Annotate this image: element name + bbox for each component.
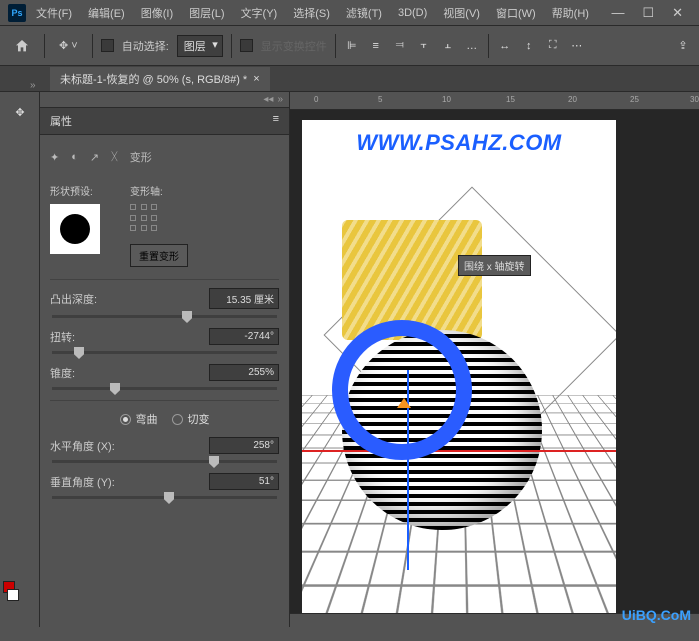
divider bbox=[92, 34, 93, 58]
move-tool[interactable]: ✥ bbox=[4, 96, 36, 128]
show-transform-checkbox[interactable] bbox=[240, 39, 253, 52]
twist-slider[interactable] bbox=[52, 351, 277, 354]
menu-layer[interactable]: 图层(L) bbox=[183, 2, 230, 24]
deform-axis-label: 变形轴: bbox=[130, 183, 188, 198]
watermark-top: WWW.PSAHZ.COM bbox=[356, 130, 561, 156]
shape-preset-label: 形状预设: bbox=[50, 183, 100, 198]
cap-tab-icon[interactable]: ᚷ bbox=[111, 151, 118, 163]
more-align-icon[interactable]: ⋯ bbox=[569, 38, 585, 54]
window-minimize-icon[interactable]: — bbox=[611, 5, 624, 21]
v-angle-field[interactable]: 51° bbox=[209, 473, 279, 490]
align-center-icon[interactable]: ≡ bbox=[368, 38, 384, 54]
options-bar: ✥ ˅ 自动选择: 图层 显示变换控件 ⊫ ≡ ⫤ ⫟ ⫠ … ↔ ↕ ⛶ ⋯ … bbox=[0, 26, 699, 66]
canvas-area: 0 5 10 15 20 25 30 WWW.PSAHZ.COM 围绕 x 轴旋… bbox=[290, 92, 699, 627]
menu-image[interactable]: 图像(I) bbox=[135, 2, 179, 24]
deform-tab-icon[interactable]: ◐ bbox=[71, 151, 78, 163]
align-right-icon[interactable]: ⫤ bbox=[392, 38, 408, 54]
menu-edit[interactable]: 编辑(E) bbox=[82, 2, 131, 24]
menu-view[interactable]: 视图(V) bbox=[437, 2, 486, 24]
align-left-icon[interactable]: ⊫ bbox=[344, 38, 360, 54]
app-icon: Ps bbox=[8, 4, 26, 22]
divider bbox=[335, 34, 336, 58]
home-button[interactable] bbox=[8, 34, 36, 58]
collapse-arrows-icon[interactable]: » bbox=[30, 80, 36, 91]
document-tab-bar: 未标题-1-恢复的 @ 50% (s, RGB/8#) * × bbox=[0, 66, 699, 92]
properties-panel: ◂◂ » 属性 ≡ ✦ ◐ ↗ ᚷ 变形 形状预设: 变形轴: bbox=[40, 92, 290, 627]
h-angle-field[interactable]: 258° bbox=[209, 437, 279, 454]
twist-label: 扭转: bbox=[50, 329, 75, 345]
extrude-depth-label: 凸出深度: bbox=[50, 291, 97, 307]
menu-file[interactable]: 文件(F) bbox=[30, 2, 78, 24]
twist-field[interactable]: -2744° bbox=[209, 328, 279, 345]
h-angle-label: 水平角度 (X): bbox=[50, 438, 115, 454]
extrude-depth-field[interactable]: 15.35 厘米 bbox=[209, 288, 279, 309]
divider bbox=[488, 34, 489, 58]
tool-rail: ✥ » bbox=[0, 92, 40, 627]
align-mid-icon[interactable]: ⫠ bbox=[440, 38, 456, 54]
menu-help[interactable]: 帮助(H) bbox=[546, 2, 595, 24]
ruler-horizontal: 0 5 10 15 20 25 30 bbox=[290, 92, 699, 110]
3d-mode-icon[interactable]: ⛶ bbox=[545, 38, 561, 54]
auto-select-label: 自动选择: bbox=[122, 38, 169, 54]
window-maximize-icon[interactable]: ☐ bbox=[642, 5, 654, 21]
move-tool-icon[interactable]: ✥ ˅ bbox=[53, 35, 84, 56]
panel-collapse-icon[interactable]: ◂◂ bbox=[263, 94, 273, 105]
menu-window[interactable]: 窗口(W) bbox=[490, 2, 542, 24]
panel-menu-icon[interactable]: » bbox=[277, 94, 283, 105]
shear-radio[interactable]: 切变 bbox=[172, 411, 210, 427]
panel-menu-icon[interactable]: ≡ bbox=[273, 113, 279, 129]
gizmo-center[interactable] bbox=[382, 368, 426, 412]
distribute-h-icon[interactable]: ↔ bbox=[497, 38, 513, 54]
v-angle-slider[interactable] bbox=[52, 496, 277, 499]
mesh-tab-icon[interactable]: ✦ bbox=[50, 151, 59, 164]
shape-preset-dropdown[interactable] bbox=[50, 204, 100, 254]
panel-title: 属性 bbox=[50, 113, 72, 129]
axis-tooltip: 围绕 x 轴旋转 bbox=[458, 255, 531, 276]
coords-tab-icon[interactable]: ↗ bbox=[90, 151, 99, 164]
v-angle-label: 垂直角度 (Y): bbox=[50, 474, 115, 490]
watermark-bottom: UiBQ.CoM bbox=[622, 607, 691, 623]
h-angle-slider[interactable] bbox=[52, 460, 277, 463]
align-top-icon[interactable]: ⫟ bbox=[416, 38, 432, 54]
document-tab[interactable]: 未标题-1-恢复的 @ 50% (s, RGB/8#) * × bbox=[50, 67, 270, 91]
window-close-icon[interactable]: ✕ bbox=[672, 5, 683, 21]
share-icon[interactable]: ⇪ bbox=[675, 38, 691, 54]
color-swatches bbox=[3, 581, 15, 601]
divider bbox=[44, 34, 45, 58]
menu-bar: Ps 文件(F) 编辑(E) 图像(I) 图层(L) 文字(Y) 选择(S) 滤… bbox=[0, 0, 699, 26]
menu-filter[interactable]: 滤镜(T) bbox=[340, 2, 388, 24]
bend-radio[interactable]: 弯曲 bbox=[120, 411, 158, 427]
show-transform-label: 显示变换控件 bbox=[261, 38, 327, 54]
transform-label: 变形 bbox=[130, 149, 152, 165]
menu-select[interactable]: 选择(S) bbox=[287, 2, 336, 24]
distribute-v-icon[interactable]: ↕ bbox=[521, 38, 537, 54]
reset-deform-button[interactable]: 重置变形 bbox=[130, 244, 188, 267]
auto-select-checkbox[interactable] bbox=[101, 39, 114, 52]
tab-title: 未标题-1-恢复的 @ 50% (s, RGB/8#) * bbox=[60, 71, 247, 87]
menu-type[interactable]: 文字(Y) bbox=[235, 2, 284, 24]
tab-close-icon[interactable]: × bbox=[253, 73, 259, 85]
taper-label: 锥度: bbox=[50, 365, 75, 381]
taper-field[interactable]: 255% bbox=[209, 364, 279, 381]
deform-axis-widget[interactable] bbox=[130, 204, 160, 234]
document-canvas[interactable]: WWW.PSAHZ.COM 围绕 x 轴旋转 bbox=[302, 120, 616, 613]
menu-3d[interactable]: 3D(D) bbox=[392, 4, 433, 22]
extrude-depth-slider[interactable] bbox=[52, 315, 277, 318]
divider bbox=[231, 34, 232, 58]
auto-select-dropdown[interactable]: 图层 bbox=[177, 35, 223, 57]
more-icon[interactable]: … bbox=[464, 38, 480, 54]
taper-slider[interactable] bbox=[52, 387, 277, 390]
background-color-swatch[interactable] bbox=[7, 589, 19, 601]
horizon-line bbox=[302, 450, 616, 452]
